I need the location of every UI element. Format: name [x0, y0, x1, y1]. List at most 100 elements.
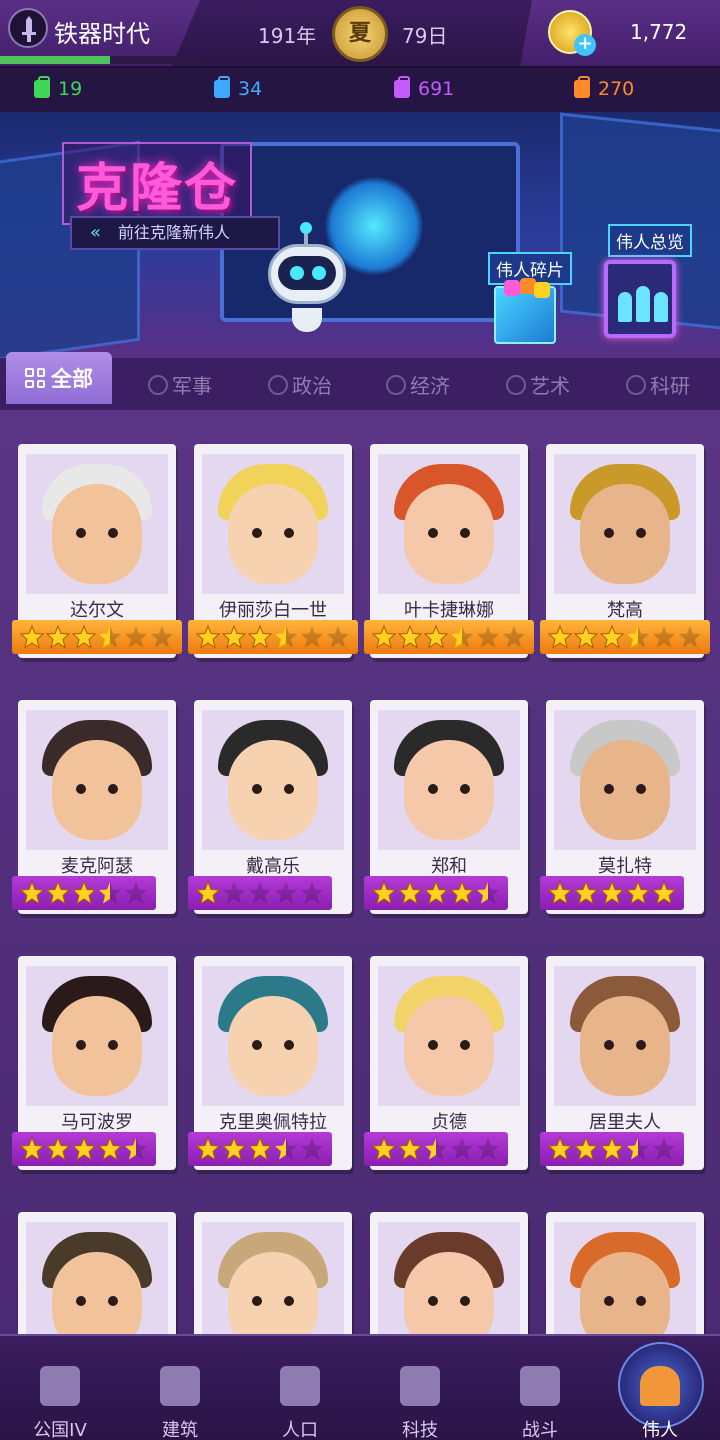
hero-card[interactable]: 贞德 [364, 956, 528, 1170]
clone-banner[interactable]: 克隆仓 « 前往克隆新伟人 伟人碎片 伟人总览 [0, 112, 720, 358]
hero-name: 达尔文 [70, 600, 124, 621]
hero-card[interactable]: 郑和 [364, 700, 528, 914]
great-people-grid: 达尔文 伊丽莎白一世 叶卡捷琳娜 梵高 麦克阿瑟 戴高乐 郑和 莫扎特 马可波罗… [0, 410, 720, 1334]
star-icon [300, 625, 324, 649]
star-rating [12, 876, 156, 910]
hero-card[interactable] [546, 1212, 704, 1334]
star-rating [188, 620, 358, 654]
hero-card[interactable]: 梵高 [540, 444, 710, 658]
star-icon [450, 1137, 474, 1161]
star-icon [573, 1136, 599, 1161]
resource-value: 34 [238, 78, 263, 100]
star-icon [652, 625, 676, 649]
hero-portrait [554, 1222, 696, 1334]
star-icon [652, 1137, 676, 1161]
tab-label: 全部 [51, 367, 93, 391]
star-rating [188, 1132, 332, 1166]
star-icon [247, 624, 273, 649]
tab-military[interactable]: 军事 [148, 370, 212, 399]
hero-card[interactable]: 伊丽莎白一世 [188, 444, 358, 658]
hero-card[interactable]: 戴高乐 [188, 700, 352, 914]
hero-card[interactable] [18, 1212, 176, 1334]
green-bag-icon [34, 76, 50, 98]
tab-art[interactable]: 艺术 [506, 370, 570, 399]
statue-icon [640, 1366, 680, 1406]
hero-card[interactable] [370, 1212, 528, 1334]
nav-item-person[interactable]: 人口 [240, 1336, 360, 1440]
hero-card[interactable]: 达尔文 [12, 444, 182, 658]
nav-item-book[interactable]: 科技 [360, 1336, 480, 1440]
nav-item-statue[interactable]: 伟人 [600, 1336, 720, 1440]
nav-label: 人口 [282, 1420, 318, 1440]
fragments-button[interactable] [494, 278, 556, 344]
globe-icon [268, 374, 288, 395]
star-icon [626, 625, 650, 649]
tab-research[interactable]: 科研 [626, 370, 690, 399]
hero-card[interactable]: 居里夫人 [540, 956, 704, 1170]
star-icon [300, 1137, 324, 1161]
star-rating [540, 620, 710, 654]
star-rating [188, 876, 332, 910]
star-icon [124, 625, 148, 649]
hero-card[interactable]: 马可波罗 [12, 956, 176, 1170]
star-icon [397, 1136, 423, 1161]
hero-name: 郑和 [431, 856, 467, 877]
hero-name: 叶卡捷琳娜 [404, 600, 494, 621]
star-icon [625, 880, 651, 905]
hero-name: 莫扎特 [598, 856, 652, 877]
star-icon [397, 624, 423, 649]
add-gold-button[interactable]: + [574, 34, 596, 56]
star-icon [449, 880, 475, 905]
nav-item-swords[interactable]: 战斗 [480, 1336, 600, 1440]
era-progress-fill [0, 56, 110, 64]
star-icon [222, 881, 246, 905]
resource-purple[interactable]: 691 [394, 76, 454, 100]
hero-card[interactable]: 克里奥佩特拉 [188, 956, 352, 1170]
star-icon [371, 1136, 397, 1161]
star-icon [626, 1137, 650, 1161]
star-icon [573, 624, 599, 649]
star-icon [371, 624, 397, 649]
hero-portrait [26, 1222, 168, 1334]
hero-card[interactable]: 叶卡捷琳娜 [364, 444, 534, 658]
resource-orange[interactable]: 270 [574, 76, 634, 100]
star-icon [502, 625, 526, 649]
star-rating [364, 1132, 508, 1166]
tab-politics[interactable]: 政治 [268, 370, 332, 399]
purple-bag-icon [394, 76, 410, 98]
star-icon [19, 1136, 45, 1161]
star-icon [221, 1136, 247, 1161]
nav-item-house[interactable]: 建筑 [120, 1336, 240, 1440]
star-icon [274, 625, 298, 649]
go-clone-button[interactable]: « 前往克隆新伟人 [70, 216, 280, 250]
hero-card[interactable]: 麦克阿瑟 [12, 700, 176, 914]
nav-label: 公国IV [33, 1420, 87, 1440]
resource-blue[interactable]: 34 [214, 76, 263, 100]
star-icon [248, 881, 272, 905]
star-icon [97, 1136, 123, 1161]
star-rating [540, 876, 684, 910]
nav-item-castle[interactable]: 公国IV [0, 1336, 120, 1440]
hero-name: 戴高乐 [246, 856, 300, 877]
hero-card[interactable]: 莫扎特 [540, 700, 704, 914]
star-rating [540, 1132, 684, 1166]
hero-portrait [26, 454, 168, 594]
star-icon [476, 625, 500, 649]
star-icon [476, 1137, 500, 1161]
shield-icon [148, 374, 168, 395]
tab-label: 军事 [172, 374, 212, 398]
nav-label: 伟人 [642, 1420, 678, 1440]
star-icon [19, 880, 45, 905]
overview-button[interactable] [604, 260, 676, 338]
star-icon [547, 624, 573, 649]
year-label: 191年 [258, 24, 317, 48]
hero-portrait [378, 1222, 520, 1334]
star-icon [274, 1137, 298, 1161]
house-icon [160, 1366, 200, 1406]
resource-green[interactable]: 19 [34, 76, 82, 100]
tab-all[interactable]: 全部 [6, 352, 112, 404]
tab-economy[interactable]: 经济 [386, 370, 450, 399]
hero-card[interactable] [194, 1212, 352, 1334]
season-badge[interactable]: 夏 [332, 6, 388, 62]
star-icon [195, 880, 221, 905]
